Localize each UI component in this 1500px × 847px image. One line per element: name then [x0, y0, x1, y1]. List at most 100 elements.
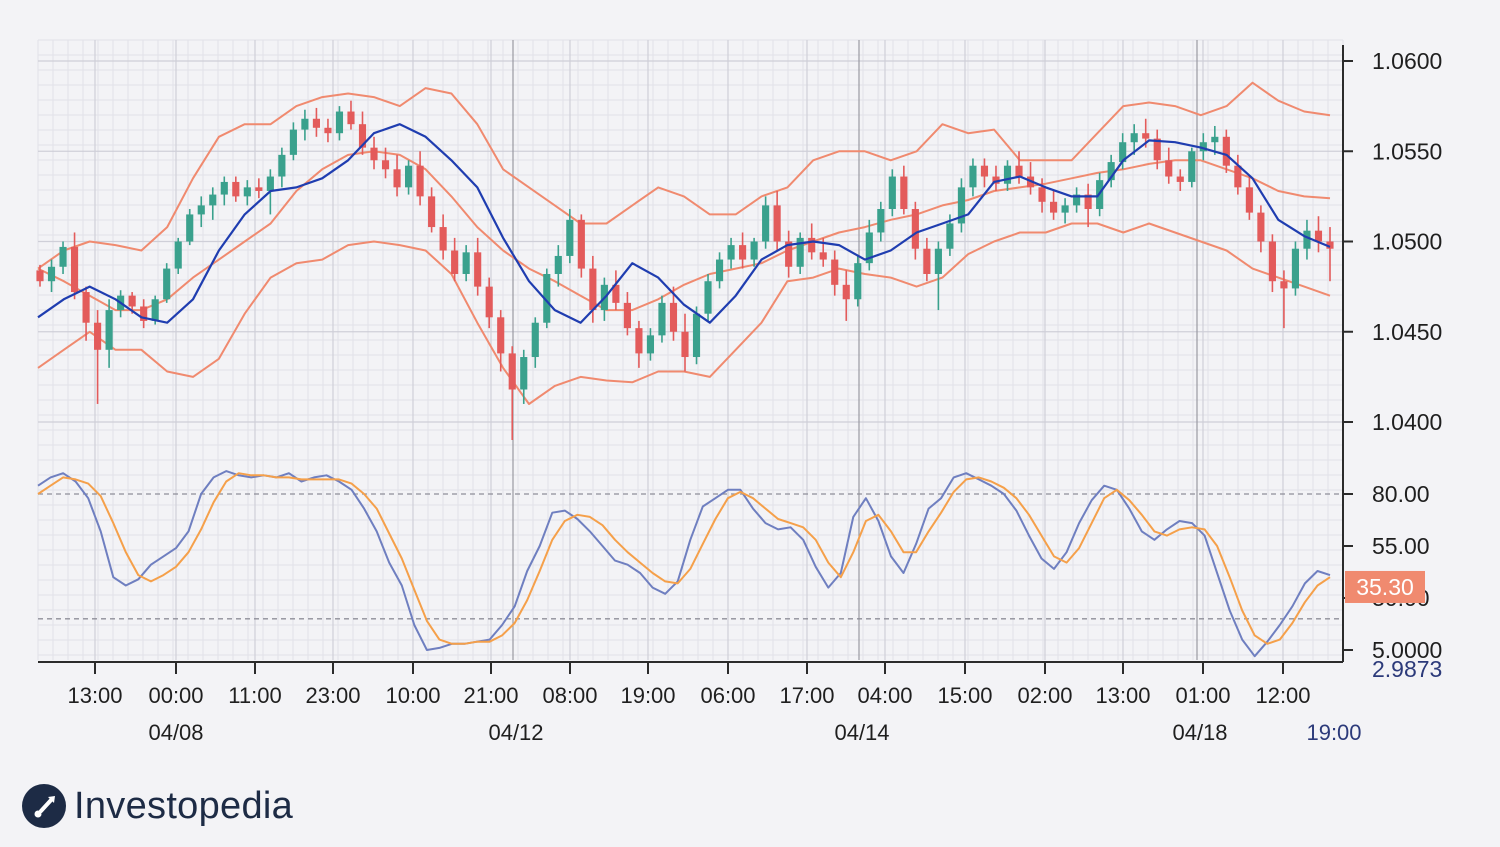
- candle-body-up: [197, 205, 205, 215]
- candle-body-down: [808, 237, 816, 253]
- y-tick-label: 1.0500: [1372, 229, 1442, 255]
- oscillator-tick-label: 55.00: [1372, 533, 1430, 559]
- candlestick: [324, 118, 332, 143]
- oscillator-tick-label: 80.00: [1372, 481, 1430, 507]
- candlestick: [312, 107, 320, 137]
- candlestick: [980, 158, 989, 188]
- candle-body-down: [508, 353, 516, 390]
- candlestick: [923, 237, 931, 282]
- investopedia-logo-icon: [22, 784, 66, 828]
- candlestick: [704, 273, 712, 321]
- candle-body-down: [439, 227, 447, 251]
- candlestick: [474, 237, 482, 296]
- candle-body-up: [1130, 133, 1138, 143]
- candle-body-down: [842, 284, 850, 300]
- candlestick: [485, 277, 493, 329]
- candlestick: [1291, 241, 1300, 296]
- candle-body-down: [1050, 201, 1058, 213]
- candlestick: [289, 122, 297, 161]
- candle-body-down: [819, 252, 827, 260]
- candlestick: [1050, 190, 1058, 220]
- x-date-label: 04/14: [834, 720, 889, 745]
- candle-body-down: [1280, 281, 1288, 289]
- candle-body-down: [94, 322, 102, 350]
- candle-body-up: [220, 181, 228, 195]
- candle-body-up: [163, 268, 171, 300]
- candlestick: [140, 299, 148, 329]
- candle-body-up: [646, 335, 655, 354]
- candle-body-down: [428, 196, 436, 228]
- candlestick: [508, 346, 516, 441]
- candlestick: [1222, 129, 1230, 173]
- candlestick: [658, 295, 666, 343]
- candle-body-up: [405, 165, 413, 188]
- candlestick: [301, 109, 309, 141]
- candle-body-down: [577, 219, 585, 269]
- x-time-label: 01:00: [1175, 683, 1230, 708]
- candlestick: [957, 178, 965, 233]
- upper-band-line: [37, 81, 1331, 270]
- candlestick: [854, 255, 862, 307]
- x-time-label: 13:00: [1095, 683, 1150, 708]
- x-time-label: 08:00: [542, 683, 597, 708]
- investopedia-logo: Investopedia: [22, 780, 293, 832]
- candle-body-up: [888, 176, 896, 210]
- candle-body-down: [911, 209, 919, 249]
- candlestick: [70, 232, 79, 300]
- candle-body-down: [128, 295, 136, 307]
- candlestick: [1303, 219, 1311, 260]
- candle-body-down: [1222, 136, 1230, 166]
- candle-body-down: [635, 328, 643, 354]
- brand-name: Investopedia: [74, 784, 294, 827]
- candlestick: [635, 320, 643, 368]
- candlestick: [934, 241, 942, 311]
- candle-body-down: [923, 248, 931, 274]
- candlestick: [1165, 147, 1173, 184]
- moving-average: [37, 123, 1331, 324]
- candle-body-up: [174, 241, 182, 269]
- candle-body-up: [1061, 205, 1069, 213]
- candlestick: [243, 180, 251, 206]
- candle-body-down: [1234, 165, 1242, 188]
- oscillator-low-value-label: 2.9873: [1372, 656, 1442, 682]
- candle-body-up: [289, 129, 297, 155]
- candlestick: [59, 241, 67, 274]
- candlestick: [785, 230, 793, 278]
- candlestick: [209, 187, 217, 220]
- x-time-label: 02:00: [1017, 683, 1072, 708]
- candle-body-up: [520, 357, 528, 390]
- candle-body-down: [324, 127, 332, 134]
- x-time-label: 11:00: [228, 683, 281, 708]
- x-time-label: 04:00: [857, 683, 912, 708]
- candle-body-up: [1003, 165, 1012, 184]
- candlestick: [900, 165, 908, 215]
- candle-body-down: [681, 331, 689, 358]
- candle-body-up: [186, 214, 194, 242]
- candlestick: [831, 250, 839, 296]
- candle-body-up: [301, 118, 309, 130]
- candlestick: [577, 214, 585, 278]
- candlestick: [911, 201, 919, 260]
- candle-body-up: [566, 219, 574, 256]
- candlestick: [1268, 234, 1276, 293]
- candle-body-down: [623, 302, 631, 329]
- candlestick: [335, 106, 344, 141]
- x-time-label: 10:00: [385, 683, 440, 708]
- x-time-label: 13:00: [67, 683, 122, 708]
- candlestick: [739, 232, 747, 269]
- x-date-label: 04/12: [488, 720, 543, 745]
- candlestick: [428, 187, 436, 233]
- candle-body-down: [312, 118, 320, 128]
- candle-body-up: [762, 205, 770, 242]
- candle-body-down: [82, 292, 90, 323]
- candle-body-up: [278, 154, 286, 177]
- candle-body-down: [485, 286, 493, 318]
- candle-body-down: [1176, 176, 1184, 182]
- candle-body-up: [209, 194, 217, 206]
- y-tick-label: 1.0400: [1372, 409, 1442, 435]
- candle-body-down: [393, 169, 401, 188]
- x-date-label: 04/08: [148, 720, 203, 745]
- candlestick: [278, 147, 286, 188]
- candle-body-up: [1303, 230, 1311, 249]
- candle-body-down: [831, 259, 839, 285]
